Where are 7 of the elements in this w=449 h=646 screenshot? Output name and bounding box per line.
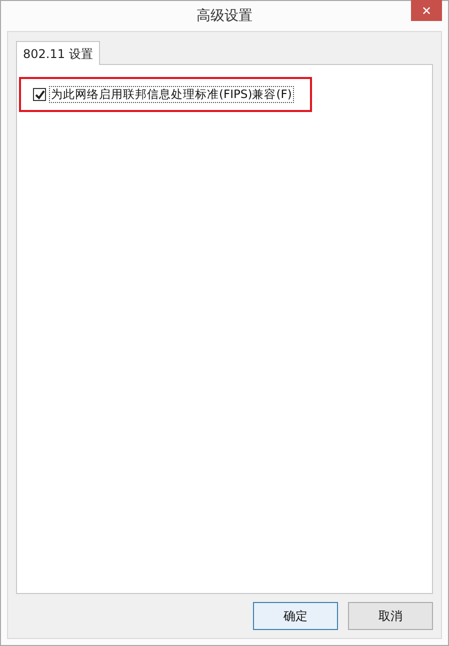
tab[interactable]: 802.11 设置	[16, 41, 100, 65]
close-button[interactable]: ✕	[411, 0, 442, 21]
ok-button[interactable]: 确定	[253, 602, 338, 630]
window-title: 高级设置	[196, 7, 252, 25]
checkbox-label[interactable]: 为此网络启用联邦信息处理标准(FIPS)兼容(F)	[49, 86, 294, 103]
checkbox[interactable]	[33, 88, 46, 101]
cancel-button[interactable]: 取消	[348, 602, 433, 630]
